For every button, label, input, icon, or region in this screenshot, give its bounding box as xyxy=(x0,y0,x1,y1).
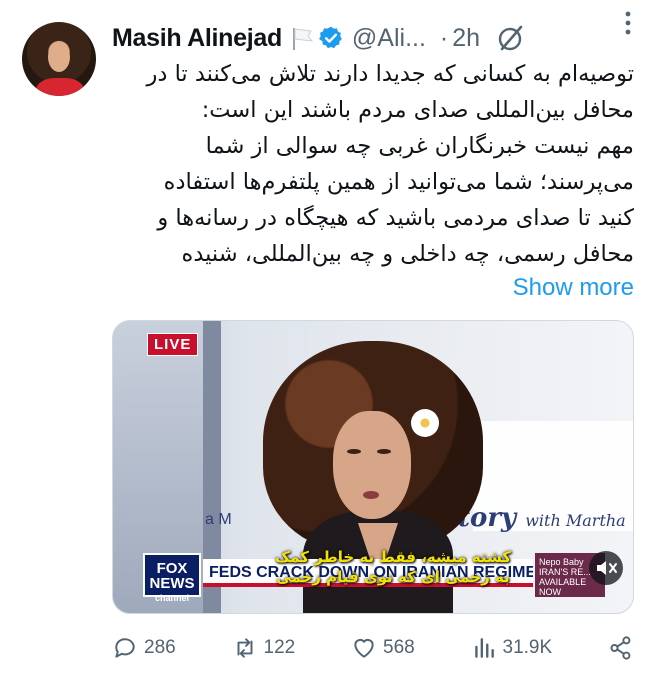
tweet-text-line: می‌پرسند؛ شما می‌توانید از همین پلتفرم‌ه… xyxy=(163,169,634,195)
hair-flower xyxy=(411,409,439,437)
reply-button[interactable]: 286 xyxy=(112,635,176,661)
subtitle-line: به زخمی ای که توی قیام زخمی xyxy=(276,568,510,586)
studio-sign-left: a M xyxy=(205,511,232,528)
author-handle[interactable]: @Ali... xyxy=(352,24,426,53)
tweet-time[interactable]: 2h xyxy=(452,24,480,53)
tweet[interactable]: Masih Alinejad @Ali... · 2h توصیه‌ام به … xyxy=(0,0,656,680)
show-more-link[interactable]: Show more xyxy=(513,274,634,302)
fox-news-logo: FOX NEWS channel xyxy=(143,553,201,603)
like-count: 568 xyxy=(383,637,415,658)
live-badge: LIVE xyxy=(147,333,199,356)
verified-badge-icon xyxy=(319,26,342,49)
tweet-text-line: مهم نیست خبرنگاران غربی چه سوالی از شما xyxy=(205,133,634,159)
repost-count: 122 xyxy=(263,637,296,658)
repost-button[interactable]: 122 xyxy=(232,635,296,661)
tweet-actions: 286 122 568 31.9K xyxy=(112,628,634,668)
presenter-mouth xyxy=(363,491,379,499)
views-button[interactable]: 31.9K xyxy=(471,635,553,661)
presenter-face xyxy=(333,411,411,519)
studio-sign: tory with Martha xyxy=(458,503,626,533)
tweet-text: توصیه‌ام به کسانی که جدیدا دارند تلاش می… xyxy=(112,56,634,272)
avatar-face xyxy=(48,42,70,72)
muted-speaker-icon xyxy=(597,561,617,575)
reply-icon xyxy=(115,638,135,658)
more-options-icon[interactable] xyxy=(624,10,632,36)
tweet-text-line: محافل رسمی، چه داخلی و چه بین‌المللی، شن… xyxy=(181,241,634,267)
studio-sign-small: with Martha xyxy=(525,511,626,530)
mute-button[interactable] xyxy=(589,551,623,585)
presenter-eye xyxy=(347,449,361,454)
separator-dot: · xyxy=(439,23,449,52)
heart-icon xyxy=(354,638,374,658)
share-button[interactable] xyxy=(608,635,634,661)
video-player[interactable]: a M tory with Martha LIVE FOX NEWS chann… xyxy=(112,320,634,614)
views-count: 31.9K xyxy=(502,637,553,658)
white-flag-icon xyxy=(292,28,314,50)
fox-logo-sub: channel xyxy=(154,593,189,603)
subtitle-line: کشته میشه، فقط به خاطر کمک xyxy=(274,548,512,566)
video-subtitles: کشته میشه، فقط به خاطر کمک به زخمی ای که… xyxy=(233,547,553,587)
like-button[interactable]: 568 xyxy=(351,635,415,661)
tweet-text-line: محافل بین‌المللی صدای مردم باشند این است… xyxy=(201,97,634,123)
fox-logo-bottom: NEWS xyxy=(149,575,195,592)
avatar[interactable] xyxy=(22,22,96,96)
share-icon xyxy=(610,636,631,660)
grok-icon[interactable] xyxy=(496,23,526,53)
presenter-eye xyxy=(377,449,391,454)
author-name[interactable]: Masih Alinejad xyxy=(112,24,282,53)
tweet-header: Masih Alinejad @Ali... · 2h xyxy=(112,18,642,58)
tweet-text-line: توصیه‌ام به کسانی که جدیدا دارند تلاش می… xyxy=(146,61,634,87)
views-chart-icon xyxy=(474,638,494,658)
tweet-text-line: کنید تا صدای مردمی باشید که هیچگاه در رس… xyxy=(157,205,634,231)
reply-count: 286 xyxy=(144,637,176,658)
repost-icon xyxy=(237,638,252,658)
avatar-shirt xyxy=(36,78,84,96)
